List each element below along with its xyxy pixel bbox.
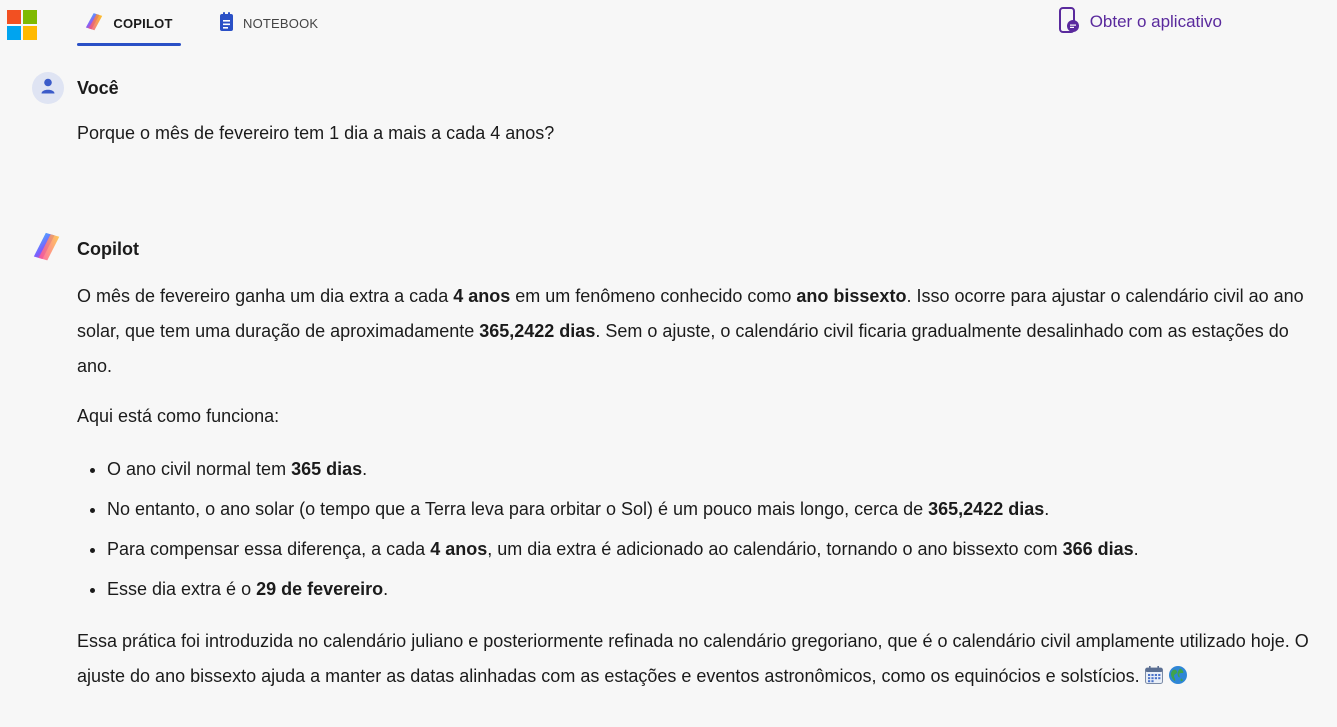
get-app-label: Obter o aplicativo	[1089, 12, 1222, 31]
tab-label: NOTEBOOK	[243, 15, 319, 31]
notebook-icon	[219, 11, 235, 35]
tab-notebook[interactable]: NOTEBOOK	[219, 0, 318, 46]
get-app-link[interactable]: Obter o aplicativo	[1058, 6, 1222, 39]
user-icon	[41, 78, 55, 99]
globe-icon	[1168, 662, 1188, 697]
copilot-logo-icon	[32, 231, 64, 268]
calendar-icon	[1144, 662, 1164, 697]
answer-how-heading: Aqui está como funciona:	[77, 406, 280, 426]
user-message-text: Porque o mês de fevereiro tem 1 dia a ma…	[77, 123, 555, 143]
sender-name: Você	[77, 77, 119, 98]
user-message-header: Você	[32, 72, 119, 104]
list-item: No entanto, o ano solar (o tempo que a T…	[107, 489, 1322, 529]
list-item: Para compensar essa diferença, a cada 4 …	[107, 529, 1322, 569]
list-item: Esse dia extra é o 29 de fevereiro.	[107, 569, 1322, 609]
answer-closing-paragraph: Essa prática foi introduzida no calendár…	[77, 624, 1322, 697]
sender-name: Copilot	[77, 239, 139, 259]
copilot-message-header: Copilot	[32, 231, 139, 268]
copilot-answer: O mês de fevereiro ganha um dia extra a …	[77, 279, 1322, 697]
active-tab-indicator	[77, 43, 181, 46]
list-item: O ano civil normal tem 365 dias.	[107, 449, 1322, 489]
copilot-logo-icon	[85, 12, 105, 35]
tab-label: COPILOT	[113, 15, 173, 31]
top-bar: COPILOT NOTEBOOK Obter o aplicativo	[0, 0, 1337, 46]
phone-chat-icon	[1058, 6, 1080, 39]
tab-copilot[interactable]: COPILOT	[77, 0, 181, 46]
answer-bullet-list: O ano civil normal tem 365 dias. No enta…	[77, 449, 1322, 609]
microsoft-logo-icon[interactable]	[7, 10, 37, 40]
avatar	[32, 72, 64, 104]
answer-intro-paragraph: O mês de fevereiro ganha um dia extra a …	[77, 286, 1304, 376]
